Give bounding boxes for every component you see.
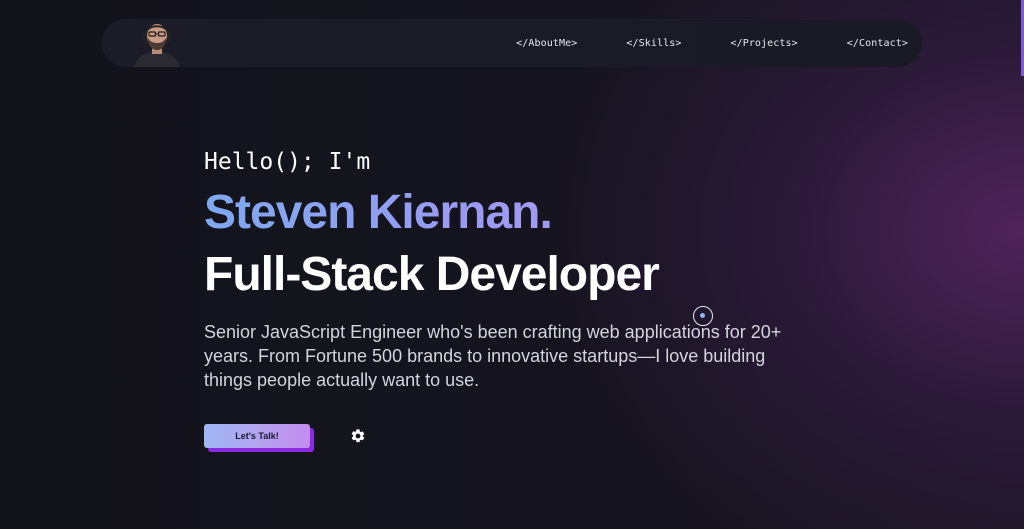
cta-wrapper: Let's Talk!	[204, 424, 316, 452]
gear-icon	[350, 428, 366, 449]
nav-link-skills[interactable]: </Skills>	[626, 38, 681, 49]
hero-section: Hello(); I'm Steven Kiernan. Full-Stack …	[204, 146, 824, 392]
hero-greeting: Hello(); I'm	[204, 149, 371, 175]
cursor-dot	[700, 313, 705, 318]
nav-links: </AboutMe> </Skills> </Projects> </Conta…	[516, 19, 908, 67]
hero-name: Steven Kiernan.	[204, 186, 824, 240]
top-navbar: </AboutMe> </Skills> </Projects> </Conta…	[102, 19, 922, 67]
nav-link-contact[interactable]: </Contact>	[847, 38, 908, 49]
nav-link-projects[interactable]: </Projects>	[730, 38, 797, 49]
settings-button[interactable]	[348, 428, 368, 448]
hero-role: Full-Stack Developer	[204, 248, 660, 301]
avatar[interactable]	[130, 19, 184, 67]
nav-link-about-me[interactable]: </AboutMe>	[516, 38, 577, 49]
hero-actions: Let's Talk!	[204, 424, 368, 452]
hero-bio: Senior JavaScript Engineer who's been cr…	[204, 322, 782, 390]
cursor-ring-icon	[693, 306, 713, 326]
lets-talk-button[interactable]: Let's Talk!	[204, 424, 310, 448]
